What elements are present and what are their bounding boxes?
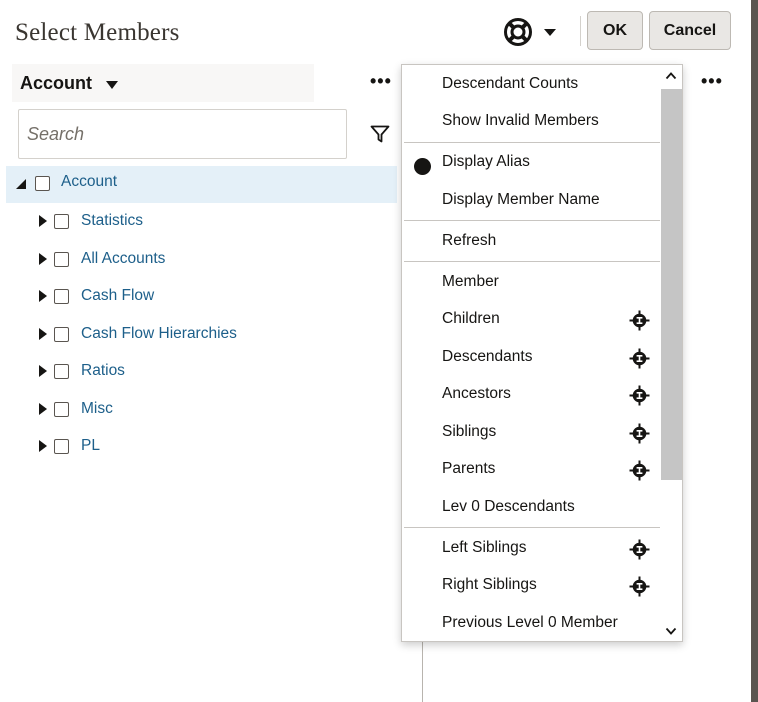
tree-checkbox[interactable] <box>54 251 69 267</box>
menu-item-lev0-descendants[interactable]: Lev 0 Descendants <box>402 489 660 526</box>
tree-row[interactable]: Statistics <box>6 203 397 241</box>
chevron-down-icon[interactable] <box>665 625 677 637</box>
member-selector-icon[interactable] <box>629 423 650 444</box>
options-menu: Descendant Counts Show Invalid Members D… <box>401 64 683 642</box>
menu-item-refresh[interactable]: Refresh <box>402 223 660 260</box>
tree-node-label[interactable]: All Accounts <box>81 250 165 268</box>
menu-item-label: Ancestors <box>442 385 511 402</box>
menu-item-label: Descendant Counts <box>442 75 579 92</box>
menu-item-label: Descendants <box>442 348 533 365</box>
expand-icon[interactable] <box>39 290 51 302</box>
lifebuoy-icon <box>504 18 532 46</box>
expand-icon[interactable] <box>39 252 51 265</box>
member-selector-icon[interactable] <box>629 539 650 560</box>
tree-checkbox[interactable] <box>54 364 69 379</box>
menu-item-label: Member <box>442 273 499 290</box>
menu-item-member[interactable]: Member <box>402 264 660 301</box>
menu-item-parents[interactable]: Parents <box>402 451 660 488</box>
dimension-select[interactable]: Account <box>12 64 314 102</box>
collapse-icon[interactable] <box>16 179 28 191</box>
tree-node-label[interactable]: Account <box>61 173 117 191</box>
tree-row[interactable]: Ratios <box>6 353 397 391</box>
toolbar-divider <box>580 16 581 46</box>
tree-node-label[interactable]: Ratios <box>81 362 125 380</box>
menu-item-label: Left Siblings <box>442 539 527 556</box>
more-actions-icon[interactable]: ••• <box>701 72 723 90</box>
tree-node-label[interactable]: Cash Flow <box>81 287 154 305</box>
menu-item-label: Right Siblings <box>442 576 537 593</box>
menu-item-descendant-counts[interactable]: Descendant Counts <box>402 66 660 103</box>
panel-divider <box>422 640 423 702</box>
tree-root-row[interactable]: Account <box>6 166 397 203</box>
tree-row[interactable]: Cash Flow <box>6 278 397 316</box>
menu-item-left-siblings[interactable]: Left Siblings <box>402 530 660 567</box>
menu-item-siblings[interactable]: Siblings <box>402 414 660 451</box>
chevron-up-icon[interactable] <box>665 70 677 82</box>
selected-radio-icon <box>414 158 431 175</box>
menu-item-ancestors[interactable]: Ancestors <box>402 376 660 413</box>
scrollbar-thumb[interactable] <box>661 89 682 480</box>
member-selector-icon[interactable] <box>629 576 650 597</box>
filter-icon[interactable] <box>370 124 390 144</box>
more-actions-icon[interactable]: ••• <box>370 72 392 90</box>
tree-node-label[interactable]: PL <box>81 437 100 455</box>
chevron-down-icon <box>544 28 556 36</box>
expand-icon[interactable] <box>39 440 51 452</box>
menu-item-label: Parents <box>442 460 496 477</box>
chevron-down-icon <box>106 81 118 89</box>
tree-checkbox[interactable] <box>54 401 69 417</box>
tree-row[interactable]: Cash Flow Hierarchies <box>6 316 397 354</box>
tree-node-label[interactable]: Statistics <box>81 212 143 230</box>
menu-item-right-siblings[interactable]: Right Siblings <box>402 567 660 604</box>
tree-row[interactable]: Misc <box>6 391 397 429</box>
menu-item-display-member-name[interactable]: Display Member Name <box>402 182 660 219</box>
menu-item-display-alias[interactable]: Display Alias <box>402 144 660 181</box>
menu-item-label: Display Member Name <box>442 191 600 208</box>
tree-checkbox[interactable] <box>35 176 50 191</box>
member-selector-icon[interactable] <box>629 310 650 331</box>
tree-node-label[interactable]: Misc <box>81 400 113 418</box>
menu-item-label: Lev 0 Descendants <box>442 498 575 515</box>
menu-item-label: Show Invalid Members <box>442 112 599 129</box>
menu-item-label: Children <box>442 310 500 327</box>
expand-icon[interactable] <box>39 402 51 415</box>
menu-item-descendants[interactable]: Descendants <box>402 339 660 376</box>
window-edge <box>751 0 758 702</box>
expand-icon[interactable] <box>39 365 51 377</box>
member-selector-icon[interactable] <box>629 385 650 406</box>
menu-item-label: Siblings <box>442 423 497 440</box>
menu-item-children[interactable]: Children <box>402 301 660 338</box>
tree-node-label[interactable]: Cash Flow Hierarchies <box>81 325 237 343</box>
menu-scrollbar[interactable] <box>660 65 682 641</box>
menu-separator <box>404 142 660 143</box>
cancel-button[interactable]: Cancel <box>649 11 731 50</box>
menu-item-label: Display Alias <box>442 153 530 170</box>
tree-checkbox[interactable] <box>54 439 69 454</box>
expand-icon[interactable] <box>39 215 51 227</box>
search-input[interactable] <box>18 109 347 159</box>
menu-item-label: Refresh <box>442 232 497 249</box>
menu-separator <box>404 220 660 221</box>
ok-button[interactable]: OK <box>587 11 643 50</box>
menu-separator <box>404 527 660 528</box>
member-tree: Account Statistics All Accounts Cash Flo… <box>6 166 397 466</box>
menu-item-previous-level0-member[interactable]: Previous Level 0 Member <box>402 605 660 641</box>
menu-separator <box>404 261 660 262</box>
tree-row[interactable]: All Accounts <box>6 241 397 279</box>
tree-checkbox[interactable] <box>54 289 69 304</box>
tree-checkbox[interactable] <box>54 326 69 342</box>
member-selector-icon[interactable] <box>629 460 650 481</box>
member-selector-icon[interactable] <box>629 348 650 369</box>
menu-item-show-invalid-members[interactable]: Show Invalid Members <box>402 103 660 140</box>
expand-icon[interactable] <box>39 327 51 340</box>
menu-item-label: Previous Level 0 Member <box>442 614 618 631</box>
tree-checkbox[interactable] <box>54 214 69 229</box>
dimension-select-label: Account <box>20 72 92 93</box>
tree-row[interactable]: PL <box>6 428 397 466</box>
dialog-title: Select Members <box>15 19 180 46</box>
help-menu-button[interactable] <box>503 14 563 50</box>
